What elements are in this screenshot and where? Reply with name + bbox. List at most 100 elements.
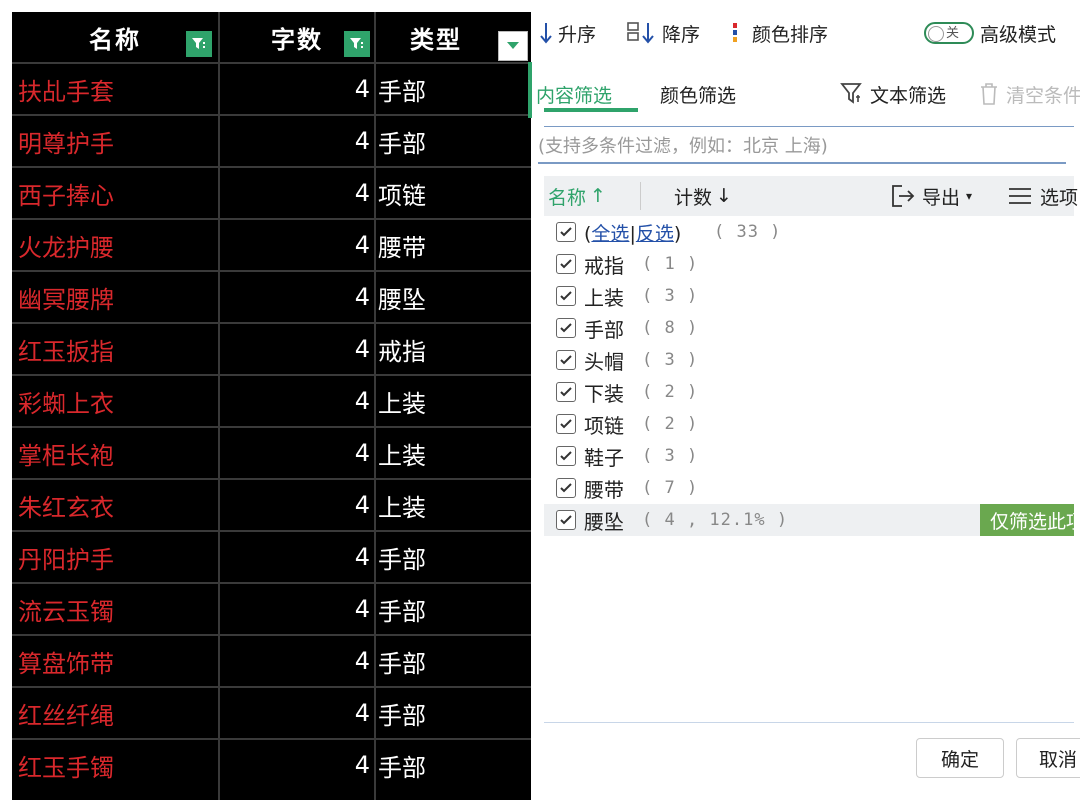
checkbox-checked-icon[interactable] [556, 318, 576, 338]
cell-name[interactable]: 红玉手镯 [18, 740, 218, 790]
cell-type[interactable]: 手部 [378, 116, 528, 166]
cell-name[interactable]: 彩蜘上衣 [18, 376, 218, 426]
cell-type[interactable]: 上装 [378, 480, 528, 530]
filter-active-icon[interactable] [344, 31, 370, 57]
clear-conditions-button[interactable]: 清空条件 [978, 74, 1080, 114]
table-row[interactable]: 朱红玄衣 4 上装 [12, 478, 531, 530]
cell-name[interactable]: 幽冥腰牌 [18, 272, 218, 322]
cell-type[interactable]: 手部 [378, 64, 528, 114]
checkbox-checked-icon[interactable] [556, 446, 576, 466]
cell-name[interactable]: 火龙护腰 [18, 220, 218, 270]
cell-count[interactable]: 4 [220, 64, 370, 114]
sort-by-count-button[interactable]: 计数 ↓ [674, 176, 732, 216]
list-item[interactable]: 下装 ( 2 ) [544, 376, 1074, 408]
list-item[interactable]: 腰带 ( 7 ) [544, 472, 1074, 504]
list-item[interactable]: 上装 ( 3 ) [544, 280, 1074, 312]
cell-name[interactable]: 算盘饰带 [18, 636, 218, 686]
checkbox-checked-icon[interactable] [556, 254, 576, 274]
cell-name[interactable]: 红丝纤绳 [18, 688, 218, 738]
cell-count[interactable]: 4 [220, 636, 370, 686]
cell-type[interactable]: 手部 [378, 636, 528, 686]
table-row[interactable]: 红玉扳指 4 戒指 [12, 322, 531, 374]
cell-name[interactable]: 明尊护手 [18, 116, 218, 166]
cell-type[interactable]: 手部 [378, 740, 528, 790]
list-item[interactable]: 戒指 ( 1 ) [544, 248, 1074, 280]
cell-type[interactable]: 上装 [378, 376, 528, 426]
table-row[interactable]: 彩蜘上衣 4 上装 [12, 374, 531, 426]
table-row[interactable]: 扶乩手套 4 手部 [12, 62, 531, 114]
cell-name[interactable]: 扶乩手套 [18, 64, 218, 114]
cell-type[interactable]: 腰坠 [378, 272, 528, 322]
checkbox-checked-icon[interactable] [556, 286, 576, 306]
table-row[interactable]: 红丝纤绳 4 手部 [12, 686, 531, 738]
cell-type[interactable]: 腰带 [378, 220, 528, 270]
cell-name[interactable]: 流云玉镯 [18, 584, 218, 634]
advanced-mode-toggle[interactable]: 关 高级模式 [924, 14, 1056, 52]
invert-selection-link[interactable]: 反选 [636, 223, 674, 245]
cell-count[interactable]: 4 [220, 168, 370, 218]
cell-type[interactable]: 上装 [378, 428, 528, 478]
cell-count[interactable]: 4 [220, 480, 370, 530]
checkbox-checked-icon[interactable] [556, 414, 576, 434]
cell-name[interactable]: 西子捧心 [18, 168, 218, 218]
cell-count[interactable]: 4 [220, 376, 370, 426]
select-all-row[interactable]: (全选|反选) ( 33 ) [544, 216, 1074, 248]
sort-by-name-button[interactable]: 名称 ↑ [548, 176, 606, 216]
toggle-switch[interactable]: 关 [924, 22, 974, 44]
cell-count[interactable]: 4 [220, 324, 370, 374]
checkbox-checked-icon[interactable] [556, 478, 576, 498]
cell-type[interactable]: 手部 [378, 584, 528, 634]
header-type[interactable]: 类型 [376, 12, 496, 62]
table-row[interactable]: 掌柜长袍 4 上装 [12, 426, 531, 478]
list-item[interactable]: 腰坠 ( 4 , 12.1% ) 仅筛选此项 [544, 504, 1074, 536]
options-button[interactable]: 选项 [1008, 176, 1078, 216]
dropdown-arrow-icon[interactable] [498, 31, 528, 61]
list-item[interactable]: 头帽 ( 3 ) [544, 344, 1074, 376]
sort-asc-button[interactable]: 升序 [540, 14, 596, 52]
table-row[interactable]: 流云玉镯 4 手部 [12, 582, 531, 634]
export-button[interactable]: 导出 ▾ [890, 176, 972, 216]
item-label: 项链 [584, 413, 624, 438]
text-filter-button[interactable]: 文本筛选 [840, 74, 946, 114]
cell-count[interactable]: 4 [220, 532, 370, 582]
cell-count[interactable]: 4 [220, 272, 370, 322]
cell-name[interactable]: 丹阳护手 [18, 532, 218, 582]
confirm-button[interactable]: 确定 [916, 738, 1004, 778]
sort-desc-button[interactable]: 降序 [626, 14, 700, 52]
cell-type[interactable]: 手部 [378, 532, 528, 582]
list-item[interactable]: 鞋子 ( 3 ) [544, 440, 1074, 472]
checkbox-checked-icon[interactable] [556, 222, 576, 242]
tab-color-filter[interactable]: 颜色筛选 [660, 74, 736, 114]
select-all-link[interactable]: 全选 [591, 223, 629, 245]
table-row[interactable]: 火龙护腰 4 腰带 [12, 218, 531, 270]
cell-count[interactable]: 4 [220, 584, 370, 634]
sort-desc-icon [626, 21, 656, 45]
filter-active-icon[interactable] [186, 31, 212, 57]
list-item[interactable]: 手部 ( 8 ) [544, 312, 1074, 344]
checkbox-checked-icon[interactable] [556, 350, 576, 370]
cell-count[interactable]: 4 [220, 116, 370, 166]
table-row[interactable]: 幽冥腰牌 4 腰坠 [12, 270, 531, 322]
cell-name[interactable]: 掌柜长袍 [18, 428, 218, 478]
cell-name[interactable]: 红玉扳指 [18, 324, 218, 374]
color-sort-button[interactable]: 颜色排序 [732, 14, 828, 52]
filter-only-this-button[interactable]: 仅筛选此项 [980, 504, 1074, 536]
checkbox-checked-icon[interactable] [556, 382, 576, 402]
cell-name[interactable]: 朱红玄衣 [18, 480, 218, 530]
checkbox-checked-icon[interactable] [556, 510, 576, 530]
table-row[interactable]: 明尊护手 4 手部 [12, 114, 531, 166]
table-row[interactable]: 算盘饰带 4 手部 [12, 634, 531, 686]
table-row[interactable]: 西子捧心 4 项链 [12, 166, 531, 218]
cell-type[interactable]: 项链 [378, 168, 528, 218]
cell-count[interactable]: 4 [220, 688, 370, 738]
cell-count[interactable]: 4 [220, 220, 370, 270]
cell-count[interactable]: 4 [220, 428, 370, 478]
cell-type[interactable]: 手部 [378, 688, 528, 738]
list-item[interactable]: 项链 ( 2 ) [544, 408, 1074, 440]
table-row[interactable]: 丹阳护手 4 手部 [12, 530, 531, 582]
cancel-button[interactable]: 取消 [1016, 738, 1080, 778]
search-input[interactable]: (支持多条件过滤，例如：北京 上海) [538, 128, 1066, 164]
table-row[interactable]: 红玉手镯 4 手部 [12, 738, 531, 790]
cell-count[interactable]: 4 [220, 740, 370, 790]
cell-type[interactable]: 戒指 [378, 324, 528, 374]
